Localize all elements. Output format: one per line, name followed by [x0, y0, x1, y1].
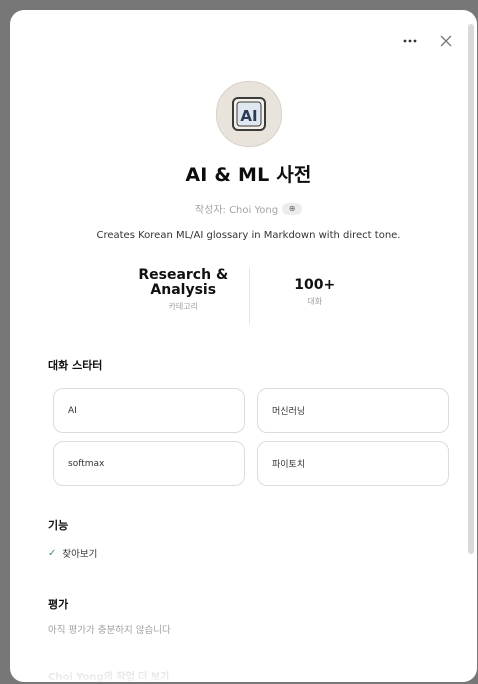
scrollbar[interactable]: [468, 24, 474, 554]
starters-grid: AI 머신러닝 softmax 파이토치: [53, 388, 450, 486]
ratings-text: 아직 평가가 충분하지 않습니다: [48, 625, 171, 636]
feature-label: 찾아보기: [62, 549, 98, 560]
starter-button[interactable]: 파이토치: [257, 441, 449, 486]
author-name[interactable]: 작성자: Choi Yong: [195, 201, 278, 216]
starter-button[interactable]: softmax: [53, 441, 245, 486]
starters-title: 대화 스타터: [48, 359, 103, 372]
stat-category-value: Research & Analysis: [138, 267, 229, 298]
gpt-detail-modal: AI AI & ML 사전 작성자: Choi Yong ⊕ Creates K…: [10, 10, 477, 682]
stat-category: Research & Analysis 카테고리: [118, 268, 249, 324]
stat-conversations: 100+ 대화: [250, 268, 381, 324]
stats-row: Research & Analysis 카테고리 100+ 대화: [118, 268, 380, 324]
gpt-description: Creates Korean ML/AI glossary in Markdow…: [96, 230, 401, 241]
globe-icon[interactable]: ⊕: [282, 202, 303, 215]
stat-conversations-value: 100+: [294, 277, 336, 293]
starter-button[interactable]: AI: [53, 388, 245, 433]
features-title: 기능: [48, 519, 69, 532]
avatar-text: AI: [240, 107, 257, 125]
more-by-author-link[interactable]: Choi Yong의 작업 더 보기: [48, 668, 169, 682]
gpt-title: AI & ML 사전: [185, 164, 312, 186]
stat-category-label: 카테고리: [168, 302, 198, 311]
gpt-avatar: AI: [216, 81, 282, 147]
ratings-title: 평가: [48, 598, 69, 611]
gpt-avatar-logo: AI: [232, 97, 266, 131]
author-line: 작성자: Choi Yong ⊕: [10, 201, 477, 216]
feature-item: ✓ 찾아보기: [48, 546, 98, 561]
stat-conversations-label: 대화: [307, 297, 323, 306]
modal-content: AI AI & ML 사전 작성자: Choi Yong ⊕ Creates K…: [10, 10, 467, 682]
check-icon: ✓: [48, 547, 57, 559]
starter-button[interactable]: 머신러닝: [257, 388, 449, 433]
